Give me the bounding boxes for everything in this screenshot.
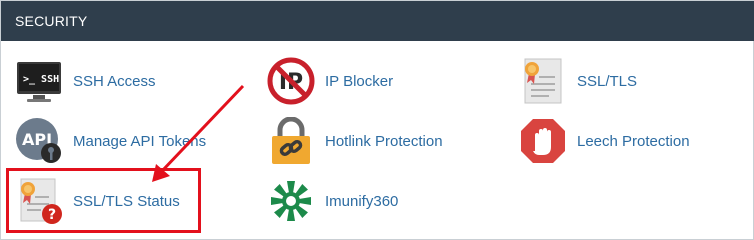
certificate-icon <box>519 57 567 105</box>
panel-title: SECURITY <box>15 13 88 29</box>
ssl-tls-label: SSL/TLS <box>577 73 638 90</box>
imunify360-label: Imunify360 <box>325 193 399 210</box>
hotlink-protection-label: Hotlink Protection <box>325 133 443 150</box>
stop-hand-icon <box>519 117 567 165</box>
padlock-chain-icon <box>267 116 315 165</box>
panel-header: SECURITY <box>1 1 754 41</box>
api-key-icon: API <box>15 117 63 165</box>
highlight-box <box>6 168 201 233</box>
manage-api-tokens-label: Manage API Tokens <box>73 133 207 150</box>
ip-blocker-label: IP Blocker <box>325 73 394 90</box>
ssh-access-label: SSH Access <box>73 73 156 90</box>
security-panel: SECURITY >_ SSH SSH Access IP IP Blocker <box>0 0 754 240</box>
leech-protection-label: Leech Protection <box>577 133 690 150</box>
svg-text:>_ SSH: >_ SSH <box>23 74 59 85</box>
imunify-logo-icon <box>267 177 315 225</box>
terminal-ssh-icon: >_ SSH <box>15 57 63 105</box>
ip-blocked-icon: IP <box>267 57 315 105</box>
